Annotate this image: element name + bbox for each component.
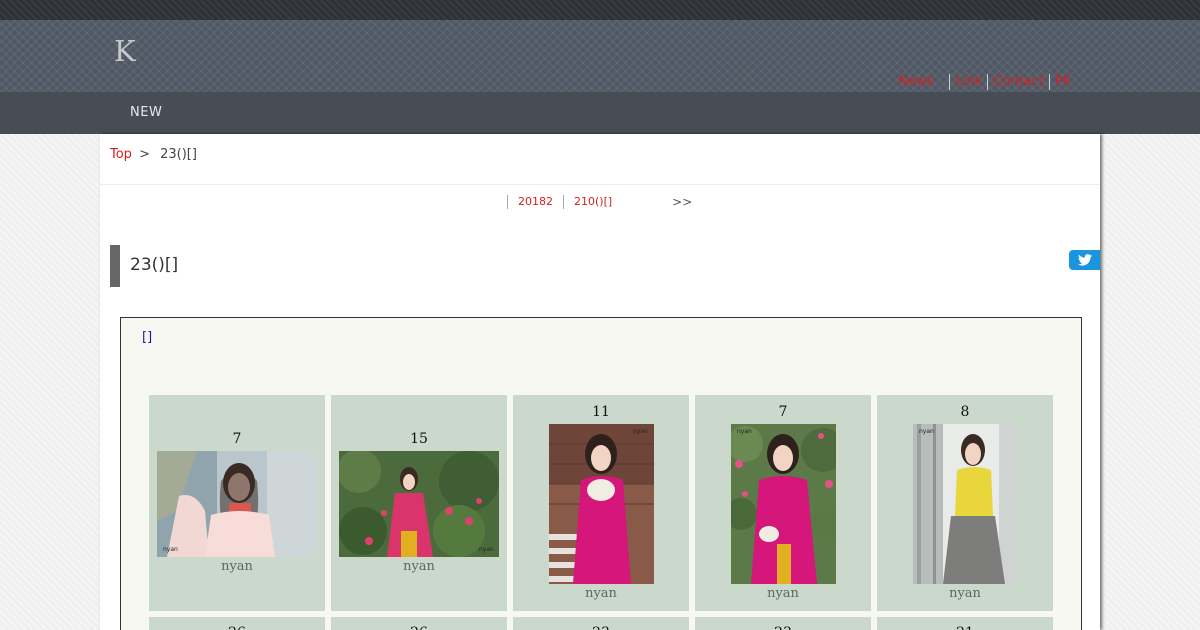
photo-count: 26 [149,625,325,630]
photo-count: 8 [960,404,970,420]
photo-count: 7 [778,404,788,420]
breadcrumb-current: 23()[] [160,147,197,162]
photo-thumbnail[interactable]: nyan [339,451,499,557]
content-area: Top > 23()[] 20182 210()[] >> 23()[] [] … [100,134,1100,630]
photo-count: 26 [331,625,507,630]
title-accent-bar [110,245,120,287]
photo-watermark: nyan [163,546,178,553]
nav-item-new[interactable]: NEW [130,105,162,120]
photo-watermark: nyan [737,428,752,435]
breadcrumb-separator: > [139,147,150,162]
photo-name[interactable]: nyan [695,586,871,601]
photo-box: [] 7 nyan nyan 15 nyan nyan 11 nyan nyan… [120,317,1082,630]
site-logo[interactable]: K [114,34,136,68]
header-link-pk[interactable]: PK [1048,74,1076,90]
header-link-contact[interactable]: Contact [987,74,1049,90]
article-title: 23()[] [130,255,179,275]
photo-count: 23 [695,625,871,630]
photo-name[interactable]: nyan [331,559,507,574]
box-link[interactable]: [] [142,330,152,345]
pager-prev-link-2[interactable]: 210()[] [563,195,622,209]
photo-thumbnail[interactable]: nyan [549,424,654,584]
photo-count: 11 [592,404,610,420]
photo-card[interactable]: 26 [331,617,507,630]
photo-name[interactable]: nyan [877,586,1053,601]
photo-name[interactable]: nyan [513,586,689,601]
header-link-link[interactable]: Link [949,74,987,90]
photo-thumbnail[interactable]: nyan [157,451,317,557]
photo-card[interactable]: 23 [695,617,871,630]
tweet-button[interactable] [1069,250,1100,270]
main-nav: NEW [0,92,1200,134]
divider [100,184,1100,185]
pager-prev-link-1[interactable]: 20182 [507,195,563,209]
article-header: 23()[] [110,245,1100,287]
photo-card[interactable]: 21 [877,617,1053,630]
photo-card[interactable]: 11 nyan nyan [513,395,689,611]
site-header: K News Link Contact PK [0,20,1200,92]
photo-card[interactable]: 26 [149,617,325,630]
photo-thumbnail[interactable]: nyan [913,424,1018,584]
photo-count: 21 [877,625,1053,630]
photo-watermark: nyan [479,546,494,553]
top-strip [0,0,1200,20]
photo-card[interactable]: 8 nyan nyan [877,395,1053,611]
photo-count: 7 [232,431,242,447]
header-links: News Link Contact PK [893,73,1076,91]
photo-card[interactable]: 7 nyan nyan [695,395,871,611]
photo-thumbnail[interactable]: nyan [731,424,836,584]
article-pager: 20182 210()[] >> [507,195,702,209]
photo-count: 23 [513,625,689,630]
header-link-news[interactable]: News [893,74,938,90]
photo-card[interactable]: 23 [513,617,689,630]
breadcrumb: Top > 23()[] [110,147,197,162]
photo-count: 15 [410,431,428,447]
photo-card[interactable]: 15 nyan nyan [331,395,507,611]
pager-next-link[interactable]: >> [622,195,702,209]
photo-watermark: nyan [919,428,934,435]
photo-name[interactable]: nyan [149,559,325,574]
breadcrumb-top-link[interactable]: Top [110,147,132,162]
twitter-bird-icon [1077,254,1092,266]
photo-watermark: nyan [633,428,648,435]
photo-card[interactable]: 7 nyan nyan [149,395,325,611]
